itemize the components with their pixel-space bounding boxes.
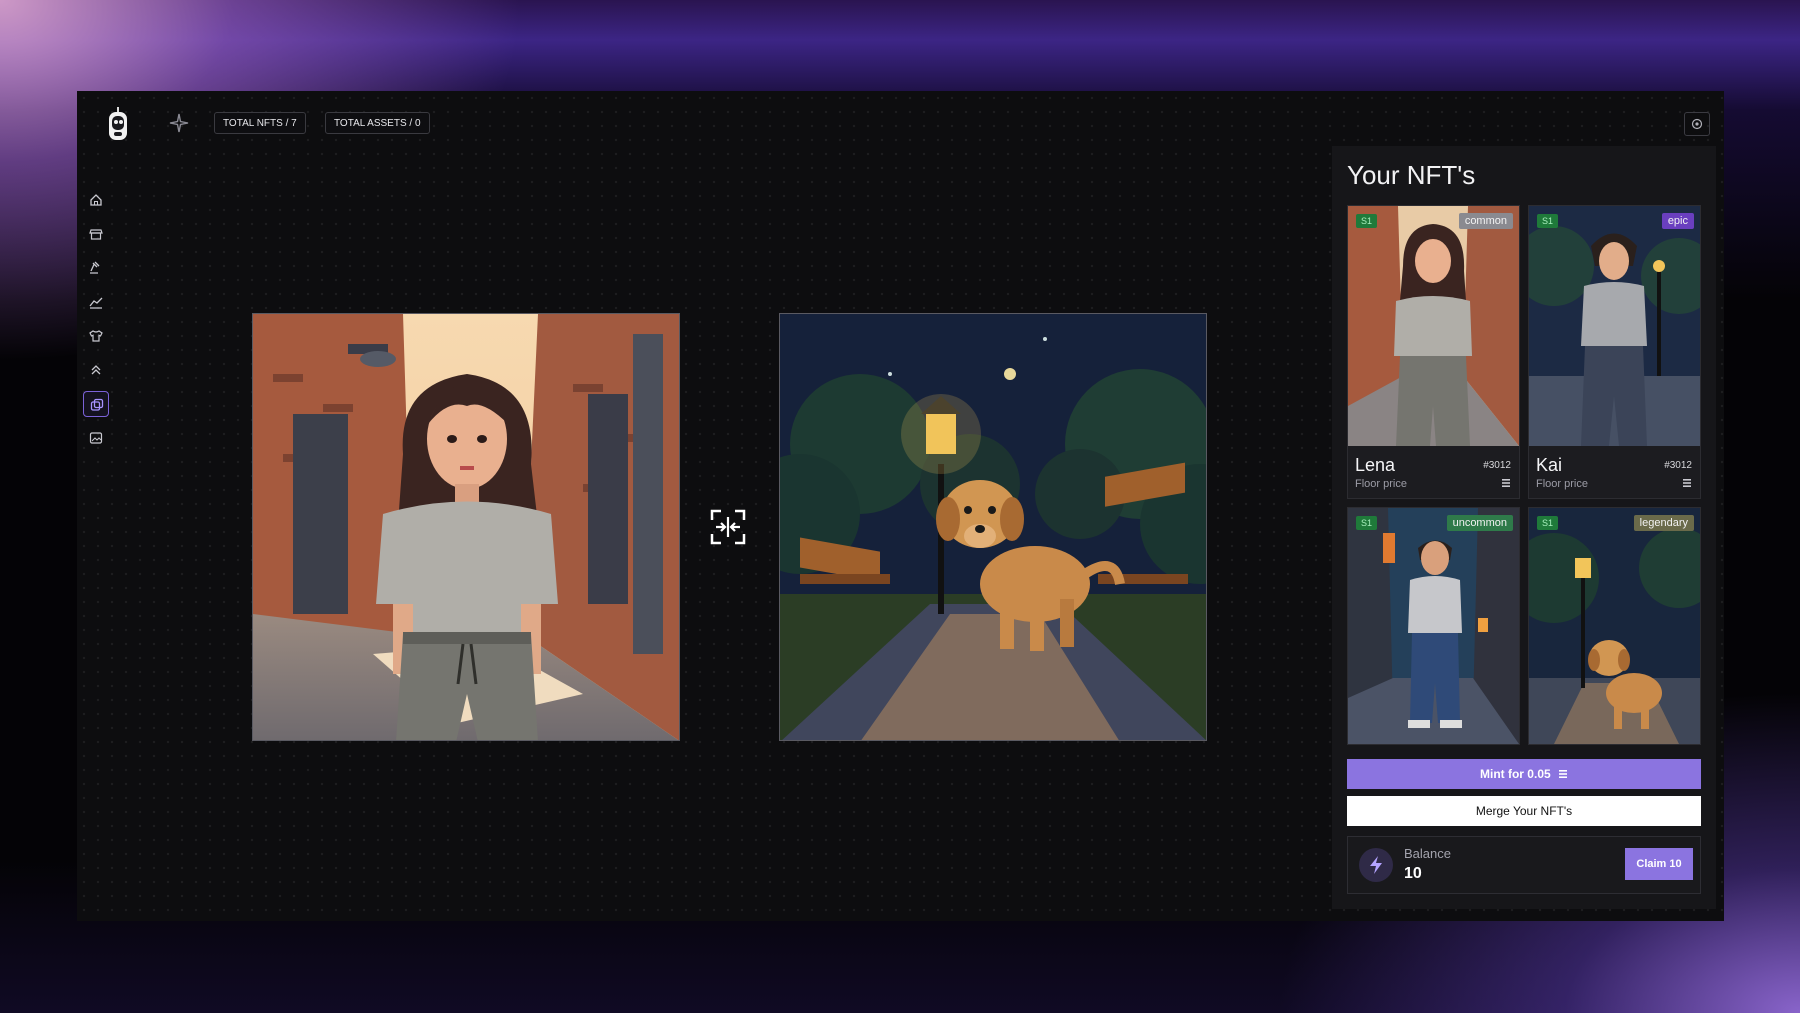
merge-slot-right[interactable] (779, 313, 1207, 741)
nft-thumbnail (1529, 508, 1700, 744)
nft-card-3[interactable]: S1 uncommon (1347, 507, 1520, 745)
nft-card-lena[interactable]: S1 common Lena #3012 Floor price (1347, 205, 1520, 499)
sidebar-item-analytics[interactable] (83, 289, 109, 315)
rarity-badge: common (1458, 213, 1513, 229)
season-badge: S1 (1537, 516, 1559, 530)
nft-id: #3012 (1483, 460, 1511, 471)
total-assets-pill: TOTAL ASSETS / 0 (325, 112, 430, 134)
merge-arrows-icon[interactable] (710, 509, 746, 545)
settings-icon (1691, 118, 1703, 130)
season-badge: S1 (1356, 214, 1378, 228)
chart-icon (89, 297, 103, 309)
shirt-icon (89, 330, 103, 342)
lightning-icon (1359, 848, 1393, 882)
spark-icon[interactable] (169, 113, 189, 133)
nft-thumbnail (1348, 508, 1519, 744)
sidebar-item-gallery[interactable] (83, 425, 109, 451)
rarity-badge: epic (1661, 213, 1694, 229)
merge-layers-icon (90, 398, 104, 411)
mint-button-label: Mint for 0.05 (1479, 767, 1551, 781)
currency-icon (1559, 770, 1568, 778)
season-badge: S1 (1537, 214, 1559, 228)
sidebar-item-home[interactable] (83, 187, 109, 213)
nft-name: Kai (1536, 455, 1563, 475)
merge-nfts-button[interactable]: Merge Your NFT's (1347, 796, 1701, 826)
balance-label: Balance (1404, 846, 1451, 861)
nft-name: Lena (1355, 455, 1396, 475)
rarity-badge: uncommon (1446, 515, 1513, 531)
currency-icon (1502, 479, 1510, 487)
home-icon (90, 194, 102, 206)
season-badge: S1 (1356, 516, 1378, 530)
settings-button[interactable] (1684, 112, 1710, 136)
woman-alley-artwork (253, 314, 679, 740)
sidebar-item-wardrobe[interactable] (83, 323, 109, 349)
sidebar-item-upgrade[interactable] (83, 357, 109, 383)
balance-box: Balance 10 Claim 10 (1347, 836, 1701, 894)
logo-icon[interactable] (107, 107, 129, 143)
total-nfts-pill: TOTAL NFTS / 7 (214, 112, 306, 134)
nft-card-4[interactable]: S1 legendary (1528, 507, 1701, 745)
your-nfts-panel: Your NFT's S1 common Lena #3012 Floor pr… (1332, 146, 1716, 909)
claim-button[interactable]: Claim 10 (1625, 848, 1693, 880)
mint-button[interactable]: Mint for 0.05 (1347, 759, 1701, 789)
nft-thumbnail (1348, 206, 1519, 446)
floor-price-label: Floor price (1355, 478, 1407, 490)
nft-thumbnail (1529, 206, 1700, 446)
store-icon (89, 229, 103, 240)
gallery-icon (89, 432, 103, 444)
rarity-badge: legendary (1633, 515, 1694, 531)
sidebar-item-store[interactable] (83, 221, 109, 247)
floor-price-label: Floor price (1536, 478, 1588, 490)
sidebar-item-merge[interactable] (83, 391, 109, 417)
app-window: TOTAL NFTS / 7 TOTAL ASSETS / 0 Your NFT… (77, 91, 1724, 921)
auction-hammer-icon (90, 261, 100, 274)
sidebar-item-auction[interactable] (83, 255, 109, 281)
chevrons-up-icon (91, 365, 101, 375)
dog-park-artwork (780, 314, 1206, 740)
nft-id: #3012 (1664, 460, 1692, 471)
merge-slot-left[interactable] (252, 313, 680, 741)
panel-title: Your NFT's (1347, 160, 1476, 190)
balance-value: 10 (1404, 865, 1422, 882)
nft-card-kai[interactable]: S1 epic Kai #3012 Floor price (1528, 205, 1701, 499)
currency-icon (1683, 479, 1691, 487)
